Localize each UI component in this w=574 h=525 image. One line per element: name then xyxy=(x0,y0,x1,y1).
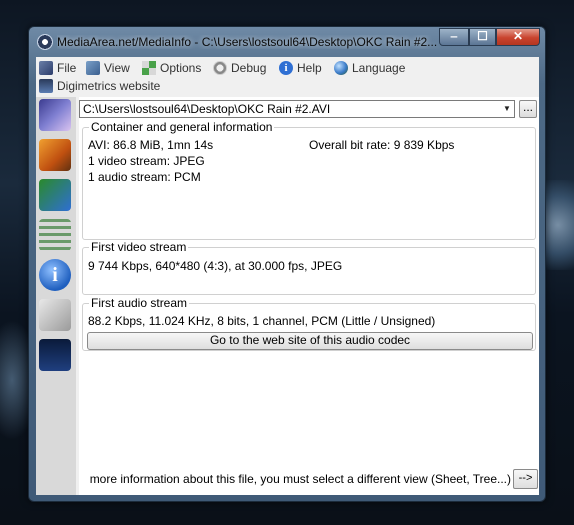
video-stream-details: 9 744 Kbps, 640*480 (4:3), at 30.000 fps… xyxy=(88,259,343,273)
menu-language[interactable]: Language xyxy=(334,60,405,76)
view-hint-text: more information about this file, you mu… xyxy=(79,472,511,486)
basic-view-icon[interactable] xyxy=(39,99,71,131)
mediainfo-window: MediaArea.net/MediaInfo - C:\Users\losts… xyxy=(28,26,546,502)
chevron-down-icon[interactable]: ▼ xyxy=(500,101,514,117)
waveform-icon[interactable] xyxy=(39,339,71,371)
view-icon xyxy=(86,61,100,75)
menu-view[interactable]: View xyxy=(86,60,130,76)
menu-debug-label: Debug xyxy=(231,61,267,75)
minimize-button[interactable]: ‒ xyxy=(439,28,469,46)
container-info-title: Container and general information xyxy=(89,120,275,134)
help-icon: i xyxy=(279,61,293,75)
mediainfo-app-icon[interactable] xyxy=(37,34,53,50)
audio-stream-group: First audio stream 88.2 Kbps, 11.024 KHz… xyxy=(82,296,536,351)
info-icon[interactable]: i xyxy=(39,259,71,291)
menu-digimetrics[interactable]: Digimetrics website xyxy=(39,78,160,94)
tree-view-icon[interactable] xyxy=(39,179,71,211)
client-area: File View Options Debug i Help Language xyxy=(36,57,539,495)
menu-file-label: File xyxy=(57,61,77,75)
audio-stream-details: 88.2 Kbps, 11.024 KHz, 8 bits, 1 channel… xyxy=(88,314,436,328)
basic-view-panel: C:\Users\lostsoul64\Desktop\OKC Rain #2.… xyxy=(79,97,539,495)
globe-icon xyxy=(334,61,348,75)
html-view-icon[interactable] xyxy=(39,299,71,331)
audio-codec-website-button[interactable]: Go to the web site of this audio codec xyxy=(87,332,533,350)
browse-button[interactable]: ... xyxy=(519,100,537,118)
file-path-combobox[interactable]: C:\Users\lostsoul64\Desktop\OKC Rain #2.… xyxy=(79,100,515,118)
menu-file[interactable]: File xyxy=(39,60,76,76)
file-path-value: C:\Users\lostsoul64\Desktop\OKC Rain #2.… xyxy=(83,102,331,116)
options-icon xyxy=(142,61,156,75)
title-bar[interactable]: MediaArea.net/MediaInfo - C:\Users\losts… xyxy=(29,27,545,57)
close-button[interactable]: ✕ xyxy=(496,28,540,46)
video-stream-group: First video stream 9 744 Kbps, 640*480 (… xyxy=(82,240,536,295)
video-stream-count: 1 video stream: JPEG xyxy=(88,154,205,168)
overall-bitrate: Overall bit rate: 9 839 Kbps xyxy=(309,138,455,152)
text-view-icon[interactable] xyxy=(39,219,71,251)
maximize-button[interactable]: ☐ xyxy=(469,28,496,46)
view-sidebar: i xyxy=(36,97,76,495)
audio-stream-title: First audio stream xyxy=(89,296,190,310)
next-view-button[interactable]: --> xyxy=(513,469,538,489)
audio-stream-count: 1 audio stream: PCM xyxy=(88,170,201,184)
menu-options[interactable]: Options xyxy=(142,60,201,76)
window-title: MediaArea.net/MediaInfo - C:\Users\losts… xyxy=(57,35,438,49)
debug-icon xyxy=(213,61,227,75)
menu-options-label: Options xyxy=(160,61,202,75)
menu-debug[interactable]: Debug xyxy=(213,60,266,76)
menu-view-label: View xyxy=(104,61,130,75)
digimetrics-icon xyxy=(39,79,53,93)
menu-help[interactable]: i Help xyxy=(279,60,322,76)
menu-language-label: Language xyxy=(352,61,406,75)
sheet-view-icon[interactable] xyxy=(39,139,71,171)
file-icon xyxy=(39,61,53,75)
view-hint-label: more information about this file, you mu… xyxy=(89,472,511,486)
menu-bar: File View Options Debug i Help Language xyxy=(36,57,539,93)
video-stream-title: First video stream xyxy=(89,240,189,254)
container-info-group: Container and general information AVI: 8… xyxy=(82,120,536,240)
menu-digimetrics-label: Digimetrics website xyxy=(57,79,161,93)
container-format-line: AVI: 86.8 MiB, 1mn 14s xyxy=(88,138,214,152)
menu-help-label: Help xyxy=(297,61,322,75)
